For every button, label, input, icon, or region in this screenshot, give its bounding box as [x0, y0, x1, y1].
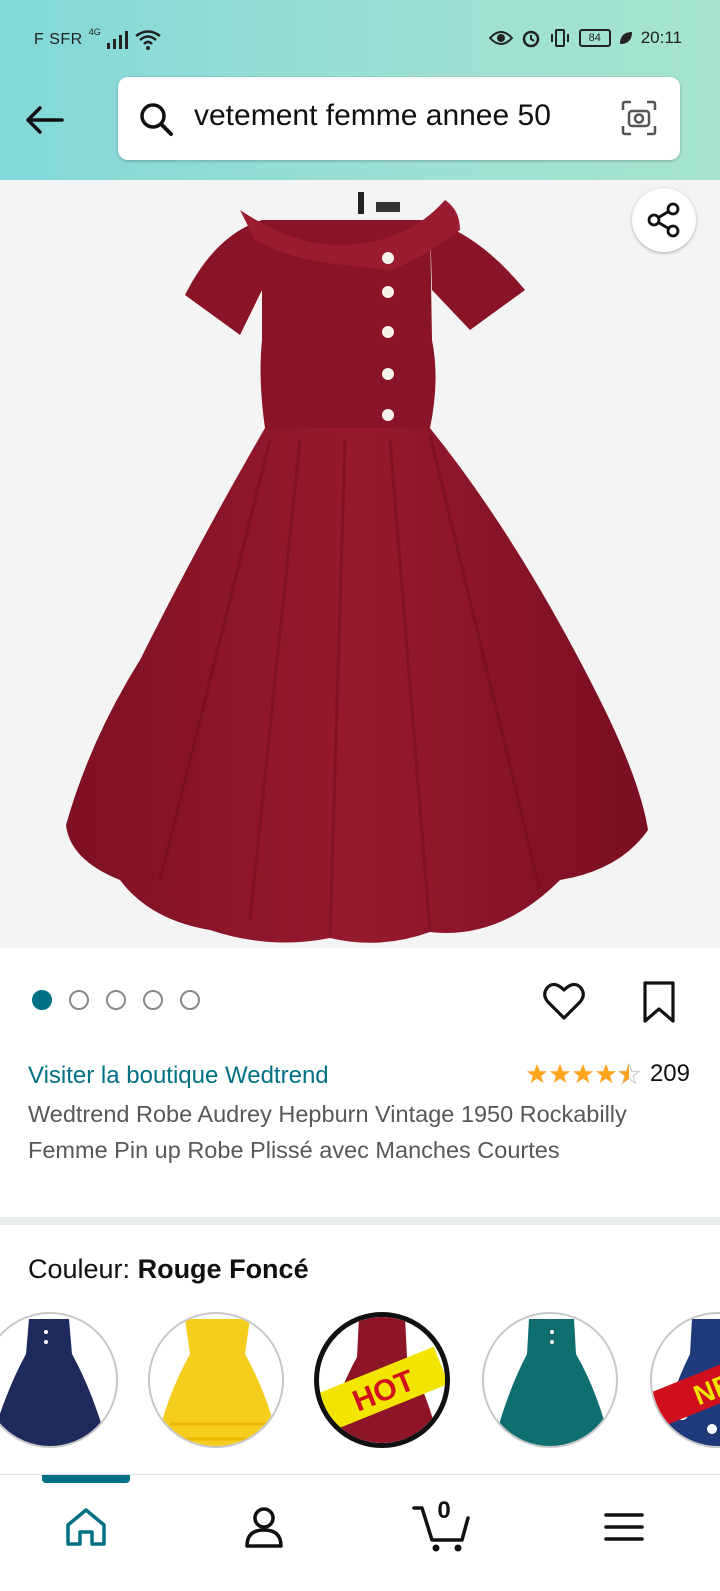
carousel-dot[interactable]	[143, 990, 163, 1010]
cart-count: 0	[437, 1497, 451, 1524]
carousel-dot[interactable]	[32, 990, 52, 1010]
share-icon	[647, 202, 680, 238]
arrow-left-icon	[26, 106, 64, 134]
active-tab-indicator	[42, 1475, 130, 1483]
home-icon	[66, 1508, 106, 1546]
status-left: F SFR 4G	[34, 27, 161, 50]
search-icon	[140, 103, 173, 136]
nav-account[interactable]	[232, 1499, 296, 1555]
share-button[interactable]	[632, 188, 696, 252]
carousel-dot[interactable]	[180, 990, 200, 1010]
star-full-icon	[572, 1063, 594, 1084]
status-right: 84 20:11	[488, 28, 682, 48]
back-button[interactable]	[20, 98, 68, 142]
navy-dress-thumbnail	[0, 1319, 108, 1446]
image-carousel-dots	[32, 990, 200, 1010]
red-dress-thumbnail: HOT	[319, 1317, 445, 1443]
signal-icon	[106, 31, 128, 49]
yellow-dress-thumbnail	[155, 1319, 280, 1446]
hamburger-menu-icon	[604, 1513, 644, 1541]
wishlist-heart-icon[interactable]	[542, 980, 586, 1022]
product-title: Wedtrend Robe Audrey Hepburn Vintage 195…	[28, 1101, 627, 1163]
carousel-dot[interactable]	[69, 990, 89, 1010]
vibrate-icon	[550, 29, 569, 47]
rating-summary[interactable]: 209	[526, 1060, 690, 1088]
color-swatches: HOT NE	[0, 1312, 720, 1452]
color-selection-label: Couleur: Rouge Foncé	[28, 1254, 309, 1285]
rating-count[interactable]: 209	[650, 1060, 690, 1088]
search-input[interactable]: vetement femme annee 50	[194, 99, 551, 133]
clock: 20:11	[640, 28, 682, 47]
alarm-icon	[522, 30, 539, 48]
color-swatch-yellow[interactable]	[148, 1312, 284, 1448]
color-label: Couleur:	[28, 1254, 131, 1284]
carrier-label: F SFR	[34, 31, 83, 48]
teal-dress-thumbnail	[493, 1319, 612, 1446]
header: F SFR 4G 84 20:11 vetement femme annee 5…	[0, 0, 720, 180]
leaf-icon	[619, 32, 632, 44]
nav-home[interactable]	[54, 1499, 118, 1555]
bookmark-icon[interactable]	[640, 980, 678, 1024]
nav-menu[interactable]	[592, 1499, 656, 1555]
floral-dress-thumbnail: NE	[652, 1319, 720, 1446]
star-full-icon	[549, 1063, 571, 1084]
section-divider	[0, 1217, 720, 1225]
search-bar[interactable]: vetement femme annee 50	[118, 77, 680, 160]
nav-cart[interactable]: 0	[410, 1497, 474, 1555]
wifi-icon	[134, 30, 161, 50]
battery-indicator: 84	[578, 29, 611, 47]
color-swatch-dark-red[interactable]: HOT	[314, 1312, 450, 1448]
star-half-icon	[617, 1063, 640, 1085]
selected-color-name: Rouge Foncé	[137, 1254, 309, 1284]
product-image[interactable]	[0, 180, 720, 948]
status-bar: F SFR 4G 84 20:11	[0, 0, 720, 70]
camera-search-icon[interactable]	[620, 99, 658, 137]
network-label: 4G	[88, 27, 101, 37]
bottom-navigation: 0	[0, 1474, 720, 1591]
color-swatch-navy[interactable]	[0, 1312, 118, 1448]
star-full-icon	[526, 1063, 548, 1084]
color-swatch-teal[interactable]	[482, 1312, 618, 1448]
user-icon	[245, 1507, 283, 1548]
rating-stars	[526, 1063, 640, 1085]
color-swatch-floral[interactable]: NE	[650, 1312, 720, 1448]
star-full-icon	[595, 1063, 617, 1084]
dress-image	[66, 192, 648, 943]
eye-icon	[488, 31, 513, 45]
store-link[interactable]: Visiter la boutique Wedtrend	[28, 1062, 329, 1090]
carousel-dot[interactable]	[106, 990, 126, 1010]
